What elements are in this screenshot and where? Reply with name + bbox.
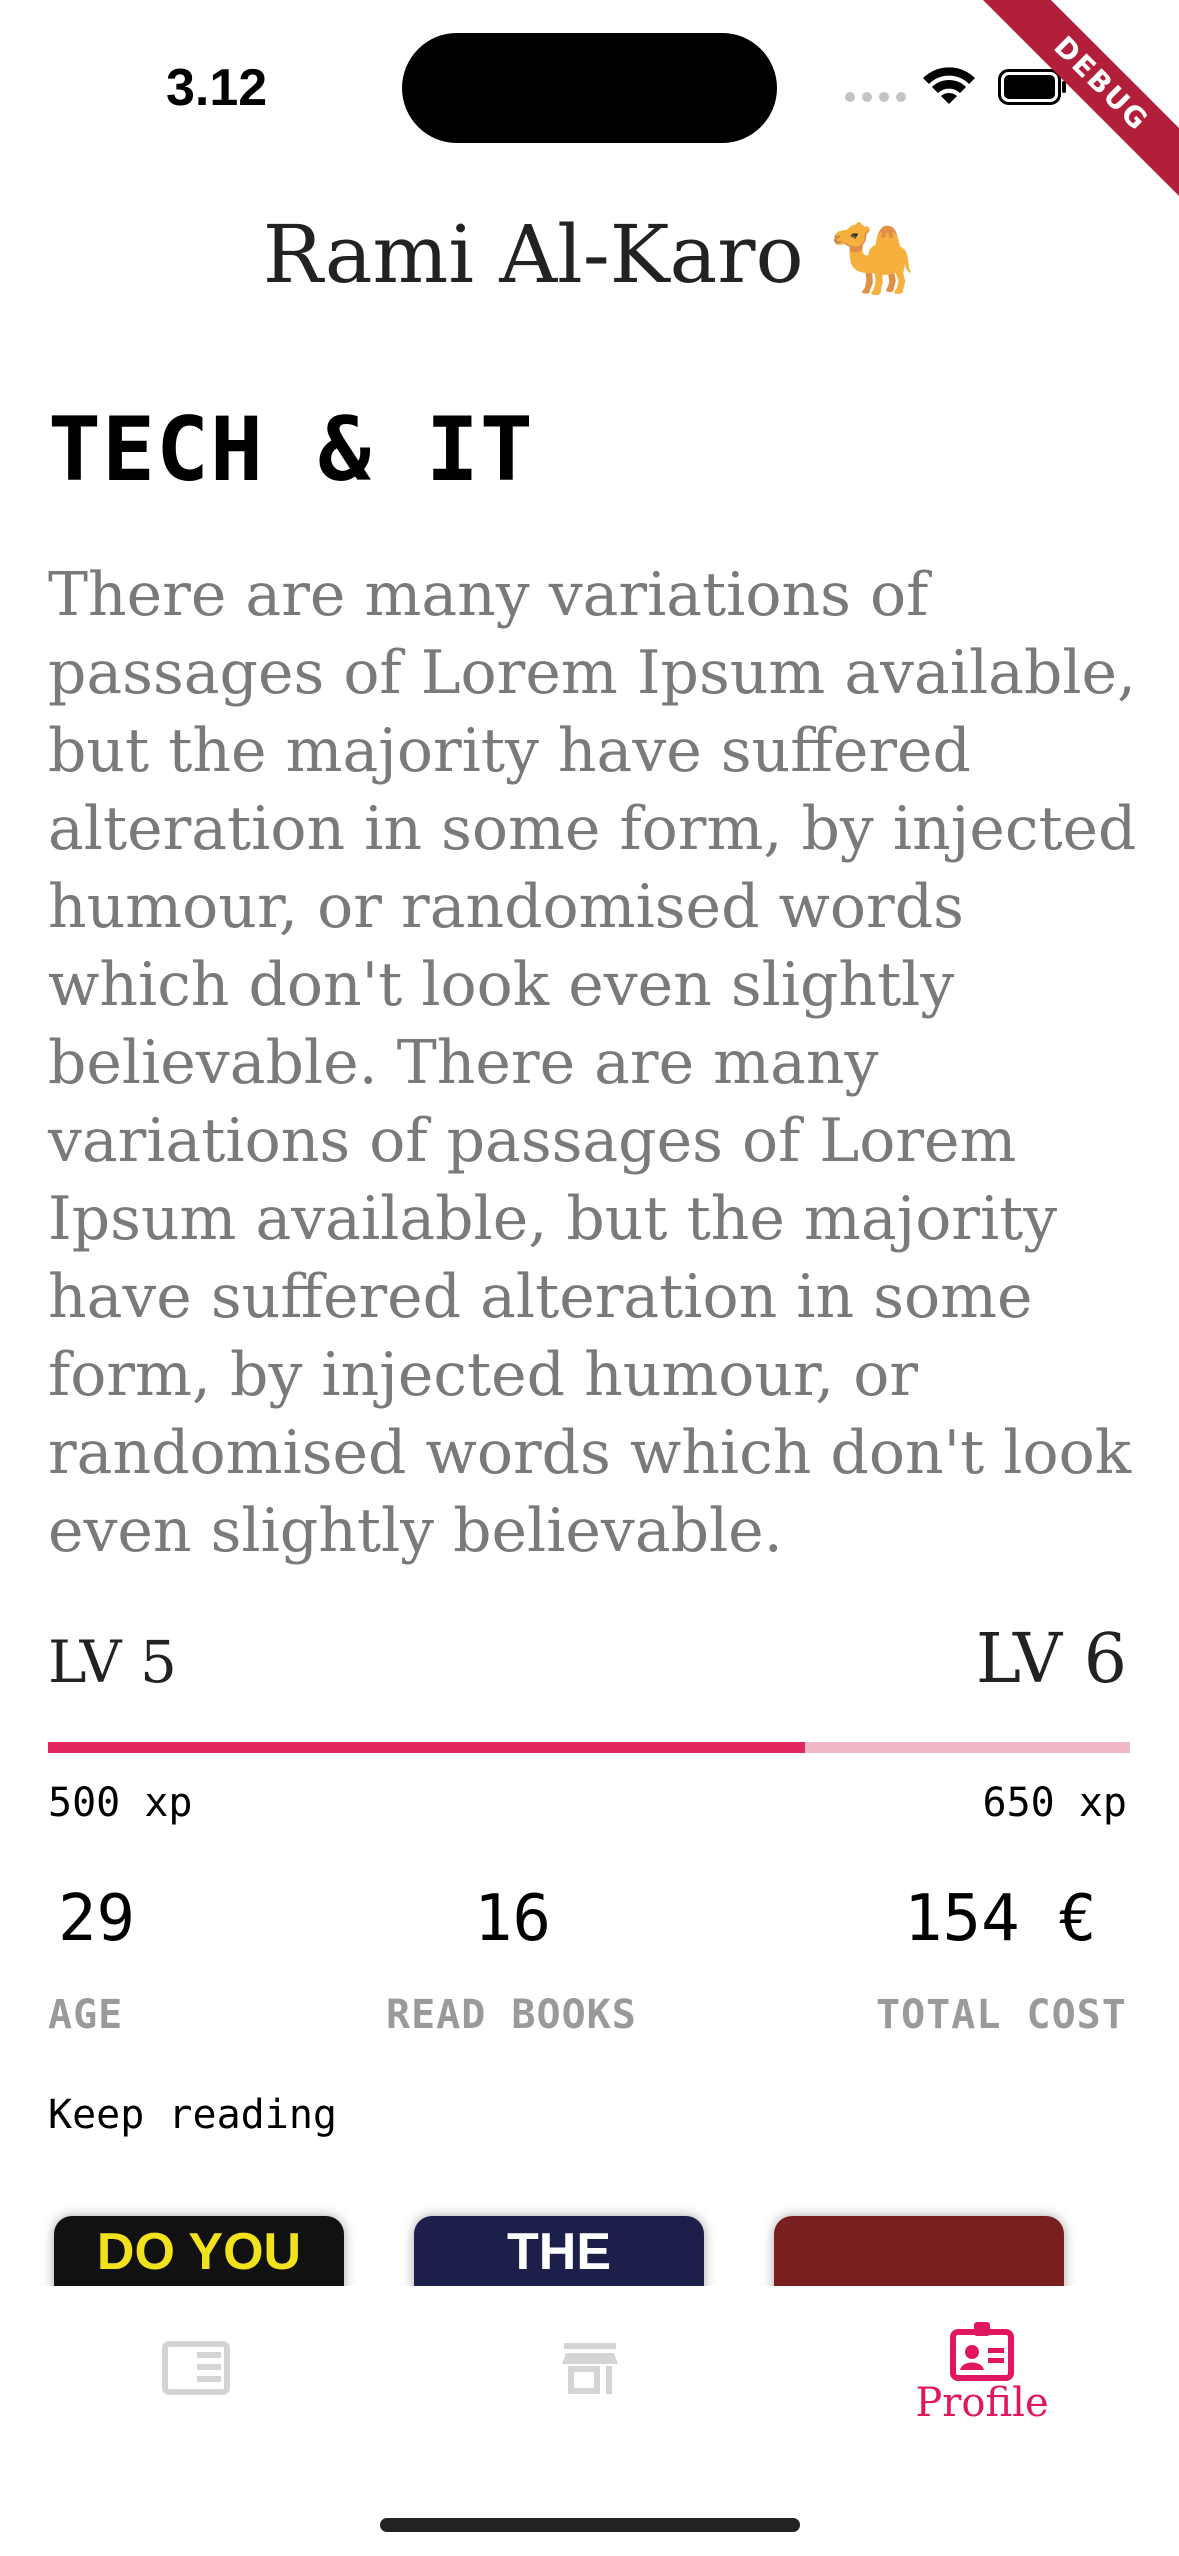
next-level: LV 6	[975, 1620, 1127, 1699]
current-level: LV 5	[48, 1628, 177, 1696]
total-cost-value: 154 €	[904, 1882, 1097, 1956]
profile-badge-icon	[950, 2322, 1014, 2381]
book-cover-text: THE	[507, 2223, 611, 2281]
book-cover[interactable]: THE	[414, 2216, 704, 2296]
camel-emoji: 🐪	[829, 217, 917, 299]
home-indicator[interactable]	[380, 2518, 800, 2532]
read-books-label: READ BOOKS	[386, 1992, 637, 2038]
read-books-value: 16	[474, 1882, 552, 1956]
profile-name-text: Rami Al-Karo	[262, 208, 804, 301]
category-title: TECH & IT	[48, 398, 534, 501]
book-cover[interactable]: DO YOU	[54, 2216, 344, 2296]
nav-item-reader[interactable]	[96, 2340, 296, 2400]
dynamic-island	[402, 33, 777, 143]
age-label: AGE	[48, 1992, 124, 2038]
keep-reading-title: Keep reading	[48, 2092, 337, 2138]
status-time: 3.12	[166, 59, 268, 117]
nav-item-store[interactable]	[490, 2340, 690, 2400]
total-cost-label: TOTAL COST	[876, 1992, 1127, 2038]
cellular-signal-icon	[845, 92, 906, 102]
category-description: There are many variations of passages of…	[48, 560, 1137, 1566]
nav-label-profile: Profile	[915, 2380, 1049, 2426]
next-level-xp: 650 xp	[982, 1780, 1128, 1826]
current-xp: 500 xp	[48, 1780, 193, 1826]
xp-progress-fill	[48, 1742, 806, 1753]
xp-progress-bar	[48, 1742, 1130, 1753]
nav-item-profile[interactable]: Profile	[882, 2320, 1082, 2426]
profile-name: Rami Al-Karo 🐪	[0, 208, 1179, 301]
store-icon	[562, 2343, 618, 2394]
book-cover[interactable]	[774, 2216, 1064, 2296]
reader-icon	[162, 2341, 230, 2395]
wifi-icon	[923, 67, 975, 104]
age-value: 29	[58, 1882, 136, 1956]
book-cover-text: DO YOU	[96, 2223, 302, 2281]
